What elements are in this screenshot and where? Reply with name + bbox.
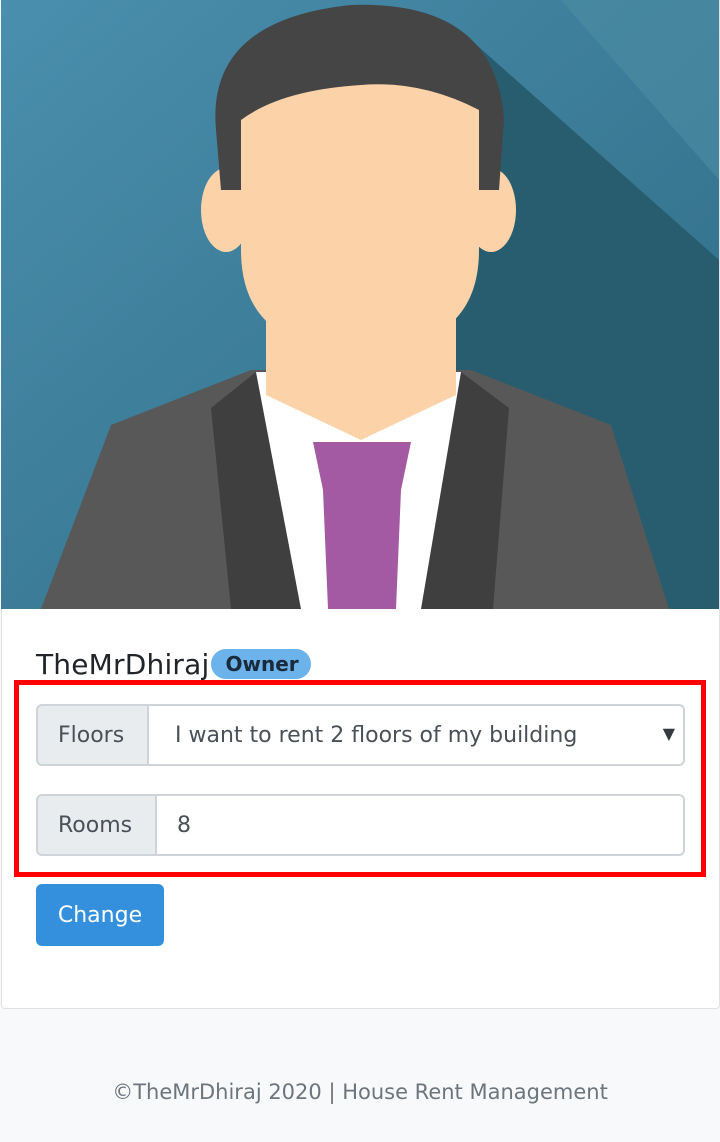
owner-name: TheMrDhiraj <box>36 647 210 681</box>
footer-text: ©TheMrDhiraj 2020 | House Rent Managemen… <box>112 1080 608 1104</box>
floors-label: Floors <box>36 704 148 766</box>
change-button[interactable]: Change <box>36 884 164 946</box>
role-badge: Owner <box>211 649 311 679</box>
chevron-down-icon: ▼ <box>662 724 675 743</box>
floors-input-group: Floors I want to rent 2 floors of my bui… <box>36 704 685 766</box>
floors-select[interactable]: I want to rent 2 floors of my building ▼ <box>148 704 685 766</box>
floors-selected-value: I want to rent 2 floors of my building <box>175 722 578 748</box>
rooms-input[interactable]: 8 <box>156 794 685 856</box>
owner-name-row: TheMrDhiraj Owner <box>36 644 311 684</box>
rooms-input-group: Rooms 8 <box>36 794 685 856</box>
profile-avatar <box>1 0 719 609</box>
rooms-value: 8 <box>177 812 191 838</box>
rooms-label: Rooms <box>36 794 156 856</box>
